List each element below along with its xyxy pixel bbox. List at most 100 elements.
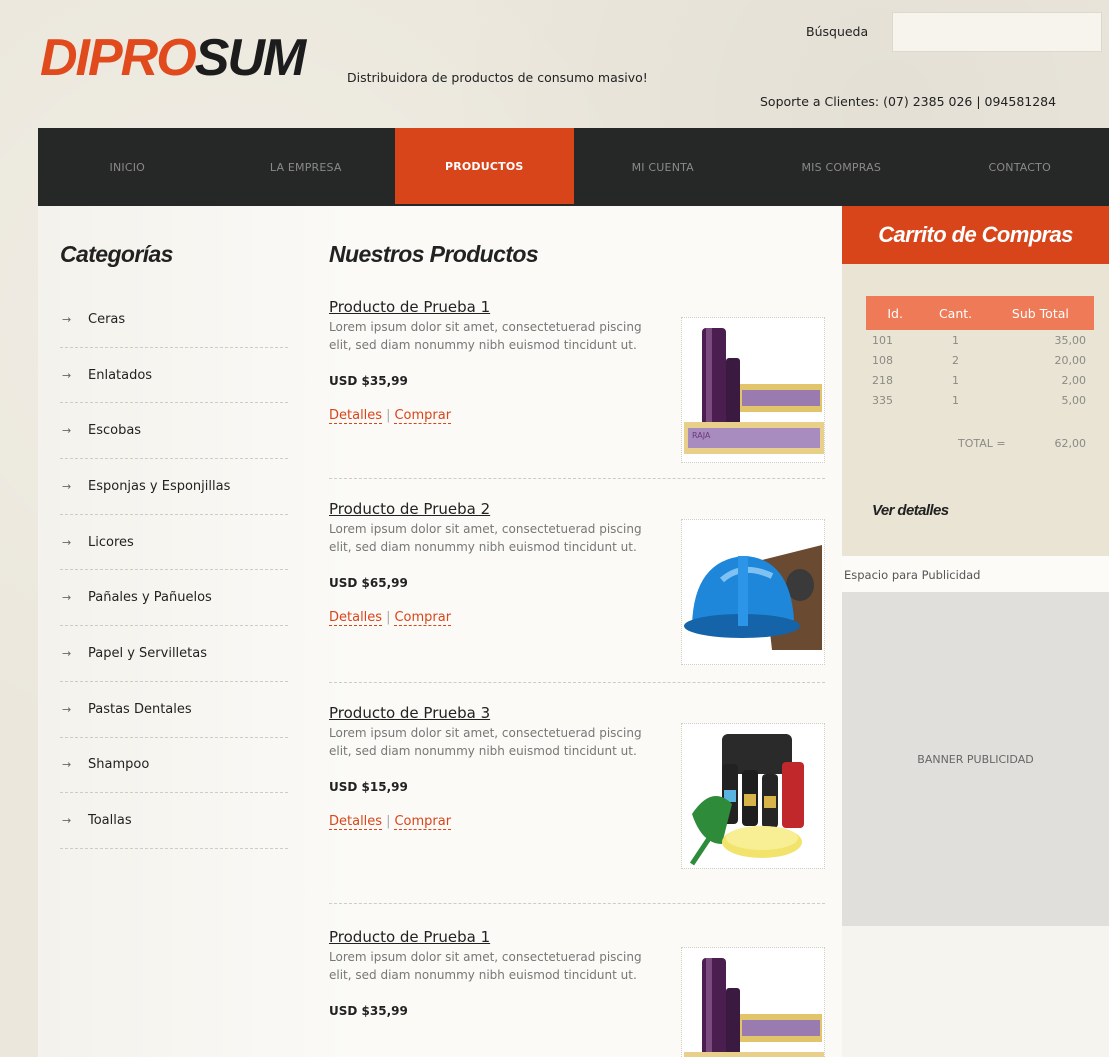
product-card: Producto de Prueba 3 Lorem ipsum dolor s… <box>329 703 825 873</box>
separator: | <box>386 408 391 423</box>
logo-part-2: SUM <box>194 29 307 87</box>
arrow-right-icon: → <box>62 646 72 660</box>
cart-qty: 1 <box>952 393 960 407</box>
product-description: Lorem ipsum dolor sit amet, consectetuer… <box>329 950 642 982</box>
buy-link[interactable]: Comprar <box>394 814 452 830</box>
arrow-right-icon: → <box>62 535 72 549</box>
product-card: Producto de Prueba 1 Lorem ipsum dolor s… <box>329 297 825 467</box>
product-title[interactable]: Producto de Prueba 1 <box>329 928 490 946</box>
product-image[interactable] <box>681 723 825 869</box>
category-item[interactable]: → Toallas <box>60 793 288 849</box>
category-item[interactable]: → Pañales y Pañuelos <box>60 570 288 627</box>
cart-col-id: Id. <box>866 296 925 330</box>
search-input[interactable] <box>892 12 1102 52</box>
cart-subtotal: 5,00 <box>1061 393 1087 407</box>
plastic-wrap-image <box>682 948 824 1057</box>
category-label: Licores <box>88 534 134 550</box>
cart-id: 108 <box>872 353 893 367</box>
search-label: Búsqueda <box>806 24 869 39</box>
product-title[interactable]: Producto de Prueba 1 <box>329 298 490 316</box>
product-description: Lorem ipsum dolor sit amet, consectetuer… <box>329 522 642 554</box>
cart-id: 218 <box>872 373 893 387</box>
cart-subtotal: 20,00 <box>1054 353 1087 367</box>
categories-title: Categorías <box>60 241 173 267</box>
category-item[interactable]: → Ceras <box>60 292 288 348</box>
cart-id: 101 <box>872 333 893 347</box>
cart-qty: 1 <box>952 373 960 387</box>
product-image[interactable]: RAJA <box>681 317 825 463</box>
nav-mi-cuenta[interactable]: MI CUENTA <box>574 128 753 206</box>
category-item[interactable]: → Papel y Servilletas <box>60 626 288 682</box>
cart-total-label: TOTAL = <box>958 437 1006 450</box>
cart-table: Id. Cant. Sub Total 101 1 35,00 108 2 20… <box>866 296 1094 410</box>
product-image[interactable] <box>681 519 825 665</box>
category-label: Enlatados <box>88 367 153 383</box>
nav-productos[interactable]: PRODUCTOS <box>395 128 574 204</box>
product-image[interactable] <box>681 947 825 1057</box>
product-description: Lorem ipsum dolor sit amet, consectetuer… <box>329 726 642 758</box>
category-label: Toallas <box>88 813 132 829</box>
product-divider <box>329 478 825 479</box>
nav-contacto[interactable]: CONTACTO <box>931 128 1109 206</box>
arrow-right-icon: → <box>62 758 72 772</box>
category-item[interactable]: → Shampoo <box>60 738 288 794</box>
details-link[interactable]: Detalles <box>329 814 383 830</box>
cart-details-link[interactable]: Ver detalles <box>872 502 949 519</box>
category-label: Papel y Servilletas <box>88 645 207 661</box>
category-label: Escobas <box>88 423 142 439</box>
category-item[interactable]: → Pastas Dentales <box>60 682 288 738</box>
cart-total-value: 62,00 <box>1054 437 1087 450</box>
cart-col-qty: Cant. <box>924 296 987 330</box>
details-link[interactable]: Detalles <box>329 610 383 626</box>
category-label: Shampoo <box>88 757 150 773</box>
arrow-right-icon: → <box>62 368 72 382</box>
product-divider <box>329 682 825 683</box>
products-title: Nuestros Productos <box>329 241 539 267</box>
cart-row: 335 1 5,00 <box>866 390 1094 410</box>
tagline: Distribuidora de productos de consumo ma… <box>347 70 648 85</box>
right-column-fill <box>842 926 1109 1057</box>
cart-qty: 1 <box>952 333 960 347</box>
arrow-right-icon: → <box>62 814 72 828</box>
car-care-kit-image <box>682 724 824 868</box>
category-item[interactable]: → Enlatados <box>60 348 288 404</box>
main-nav: INICIO LA EMPRESA PRODUCTOS MI CUENTA MI… <box>38 128 1109 206</box>
cart-title: Carrito de Compras <box>842 206 1109 264</box>
category-label: Pastas Dentales <box>88 701 192 717</box>
banner-text: BANNER PUBLICIDAD <box>917 752 1034 766</box>
product-divider <box>329 903 825 904</box>
category-label: Pañales y Pañuelos <box>88 590 212 606</box>
ads-label: Espacio para Publicidad <box>842 556 1109 592</box>
product-title[interactable]: Producto de Prueba 2 <box>329 500 490 518</box>
svg-text:RAJA: RAJA <box>692 431 711 440</box>
plastic-wrap-image: RAJA <box>682 318 824 462</box>
product-card: Producto de Prueba 1 Lorem ipsum dolor s… <box>329 927 825 1057</box>
arrow-right-icon: → <box>62 479 72 493</box>
buy-link[interactable]: Comprar <box>394 408 452 424</box>
site-logo[interactable]: DIPROSUM <box>40 28 307 88</box>
category-label: Esponjas y Esponjillas <box>88 478 231 494</box>
cart-row: 218 1 2,00 <box>866 370 1094 390</box>
cart-id: 335 <box>872 393 893 407</box>
arrow-right-icon: → <box>62 702 72 716</box>
category-item[interactable]: → Escobas <box>60 403 288 460</box>
nav-inicio[interactable]: INICIO <box>38 128 217 206</box>
details-link[interactable]: Detalles <box>329 408 383 424</box>
arrow-right-icon: → <box>62 424 72 438</box>
arrow-right-icon: → <box>62 591 72 605</box>
category-item[interactable]: → Esponjas y Esponjillas <box>60 459 288 515</box>
buy-link[interactable]: Comprar <box>394 610 452 626</box>
product-title[interactable]: Producto de Prueba 3 <box>329 704 490 722</box>
product-description: Lorem ipsum dolor sit amet, consectetuer… <box>329 320 642 352</box>
support-info: Soporte a Clientes: (07) 2385 026 | 0945… <box>760 94 1057 109</box>
category-item[interactable]: → Licores <box>60 515 288 571</box>
nav-mis-compras[interactable]: MIS COMPRAS <box>752 128 931 206</box>
cart-subtotal: 35,00 <box>1054 333 1087 347</box>
cart-qty: 2 <box>952 353 960 367</box>
separator: | <box>386 610 391 625</box>
nav-la-empresa[interactable]: LA EMPRESA <box>217 128 396 206</box>
category-label: Ceras <box>88 311 126 327</box>
ad-banner[interactable]: BANNER PUBLICIDAD <box>842 592 1109 926</box>
category-list: → Ceras → Enlatados → Escobas → Esponjas y E… <box>60 292 288 849</box>
arrow-right-icon: → <box>62 312 72 326</box>
